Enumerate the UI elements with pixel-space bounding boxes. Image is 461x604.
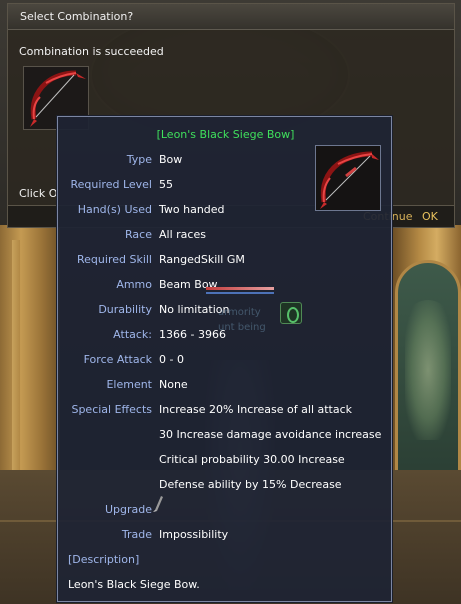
race-value: All races <box>159 228 206 241</box>
required-level-label: Required Level <box>70 178 153 191</box>
upgrade-label: Upgrade <box>104 503 152 516</box>
ammo-bar-blue <box>206 292 274 294</box>
required-skill-label: Required Skill <box>77 253 152 266</box>
type-row: Type Bow <box>58 152 393 168</box>
ok-button[interactable]: OK <box>422 210 438 223</box>
combination-message: Combination is succeeded <box>19 45 164 58</box>
required-skill-row: Required Skill RangedSkill GM <box>58 252 393 268</box>
ammo-value: Beam Bow <box>159 278 218 291</box>
special-effect-2: 30 Increase damage avoidance increase <box>159 428 382 441</box>
item-name: [Leon's Black Siege Bow] <box>156 128 295 141</box>
race-label: Race <box>125 228 152 241</box>
required-level-value: 55 <box>159 178 173 191</box>
required-level-row: Required Level 55 <box>58 177 393 193</box>
force-attack-value: 0 - 0 <box>159 353 184 366</box>
type-label: Type <box>126 153 152 166</box>
doorway-light <box>405 300 451 440</box>
ammo-label: Ammo <box>116 278 152 291</box>
special-effect-row-2: 30 Increase damage avoidance increase <box>58 427 393 443</box>
race-row: Race All races <box>58 227 393 243</box>
description-text: Leon's Black Siege Bow. <box>68 578 200 591</box>
special-effect-row-3: Critical probability 30.00 Increase <box>58 452 393 468</box>
element-value: None <box>159 378 188 391</box>
trade-value: Impossibility <box>159 528 229 541</box>
durability-value: No limitation <box>159 303 230 316</box>
trade-row: Trade Impossibility <box>58 527 393 543</box>
dialog-title: Select Combination? <box>8 4 454 30</box>
durability-label: Durability <box>98 303 152 316</box>
ammo-row: Ammo Beam Bow <box>58 277 393 293</box>
durability-row: Durability No limitation <box>58 302 393 318</box>
upgrade-slot-icon <box>153 496 163 512</box>
item-tooltip: [Leon's Black Siege Bow] Type Bow Requir… <box>57 116 392 602</box>
attack-row: Attack: 1366 - 3966 <box>58 327 393 343</box>
special-effect-3: Critical probability 30.00 Increase <box>159 453 345 466</box>
upgrade-row: Upgrade <box>58 502 393 518</box>
attack-label: Attack: <box>113 328 152 341</box>
special-effect-1: Increase 20% Increase of all attack <box>159 403 353 416</box>
special-effects-label: Special Effects <box>71 403 152 416</box>
force-attack-row: Force Attack 0 - 0 <box>58 352 393 368</box>
type-value: Bow <box>159 153 183 166</box>
description-header: [Description] <box>68 553 140 566</box>
special-effects-row: Special Effects Increase 20% Increase of… <box>58 402 393 418</box>
hands-used-value: Two handed <box>159 203 225 216</box>
click-ok-instruction: Click O <box>19 187 58 200</box>
force-attack-label: Force Attack <box>83 353 152 366</box>
attack-value: 1366 - 3966 <box>159 328 226 341</box>
special-effect-4: Defense ability by 15% Decrease <box>159 478 342 491</box>
ammo-bar-red <box>206 287 274 290</box>
element-row: Element None <box>58 377 393 393</box>
hands-used-label: Hand(s) Used <box>77 203 152 216</box>
required-skill-value: RangedSkill GM <box>159 253 245 266</box>
trade-label: Trade <box>121 528 152 541</box>
element-label: Element <box>106 378 152 391</box>
hands-used-row: Hand(s) Used Two handed <box>58 202 393 218</box>
special-effect-row-4: Defense ability by 15% Decrease <box>58 477 393 493</box>
